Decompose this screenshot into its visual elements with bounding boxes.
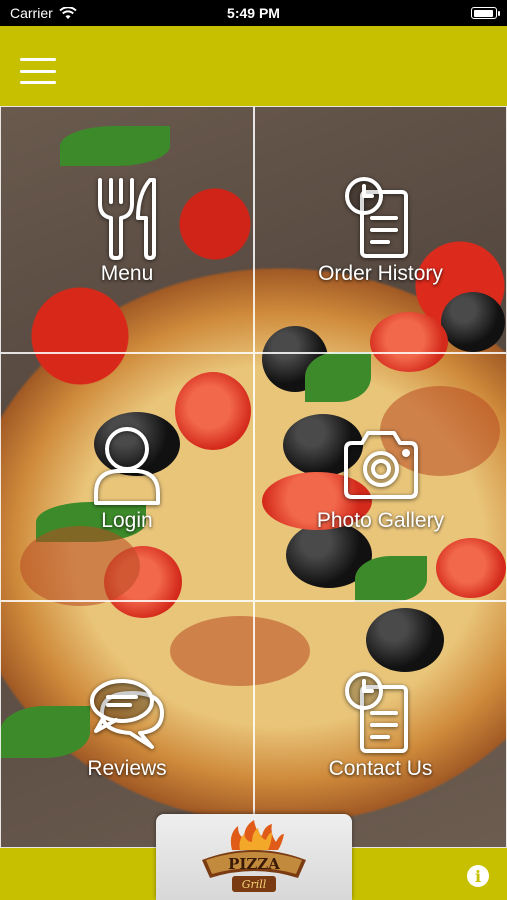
login-label: Login <box>101 509 153 532</box>
top-bar <box>0 26 507 106</box>
carrier: Carrier <box>10 5 77 21</box>
user-icon <box>94 427 160 505</box>
photo-gallery-label: Photo Gallery <box>316 509 445 532</box>
carrier-label: Carrier <box>10 5 53 21</box>
hamburger-menu-icon[interactable] <box>20 58 56 84</box>
reviews-label: Reviews <box>87 756 167 780</box>
login-tile[interactable]: Login <box>0 353 254 601</box>
reviews-tile[interactable]: Reviews <box>0 601 254 848</box>
svg-text:PIZZA: PIZZA <box>228 855 280 873</box>
contact-us-label: Contact Us <box>328 756 433 780</box>
battery-icon <box>471 7 500 19</box>
chat-bubbles-icon <box>90 678 164 749</box>
menu-label: Menu <box>100 261 154 285</box>
menu-grid: Menu Order History Login Photo Gallery R… <box>0 106 507 848</box>
camera-icon <box>343 431 418 499</box>
fork-knife-icon <box>98 177 156 260</box>
status-bar: Carrier 5:49 PM <box>0 0 507 26</box>
order-history-icon <box>344 176 408 258</box>
svg-text:Grill: Grill <box>242 878 267 891</box>
pizza-grill-logo[interactable]: PIZZA Grill <box>156 814 352 900</box>
order-history-tile[interactable]: Order History <box>254 106 507 353</box>
menu-tile[interactable]: Menu <box>0 106 254 353</box>
wifi-icon <box>59 6 77 19</box>
contact-icon <box>344 671 408 753</box>
order-history-label: Order History <box>318 261 443 285</box>
pizza-grill-logo-image: PIZZA Grill <box>202 820 306 892</box>
pizza-background: Menu Order History Login Photo Gallery R… <box>0 106 507 848</box>
contact-us-tile[interactable]: Contact Us <box>254 601 507 848</box>
photo-gallery-tile[interactable]: Photo Gallery <box>254 353 507 601</box>
info-icon[interactable]: i <box>467 865 489 887</box>
